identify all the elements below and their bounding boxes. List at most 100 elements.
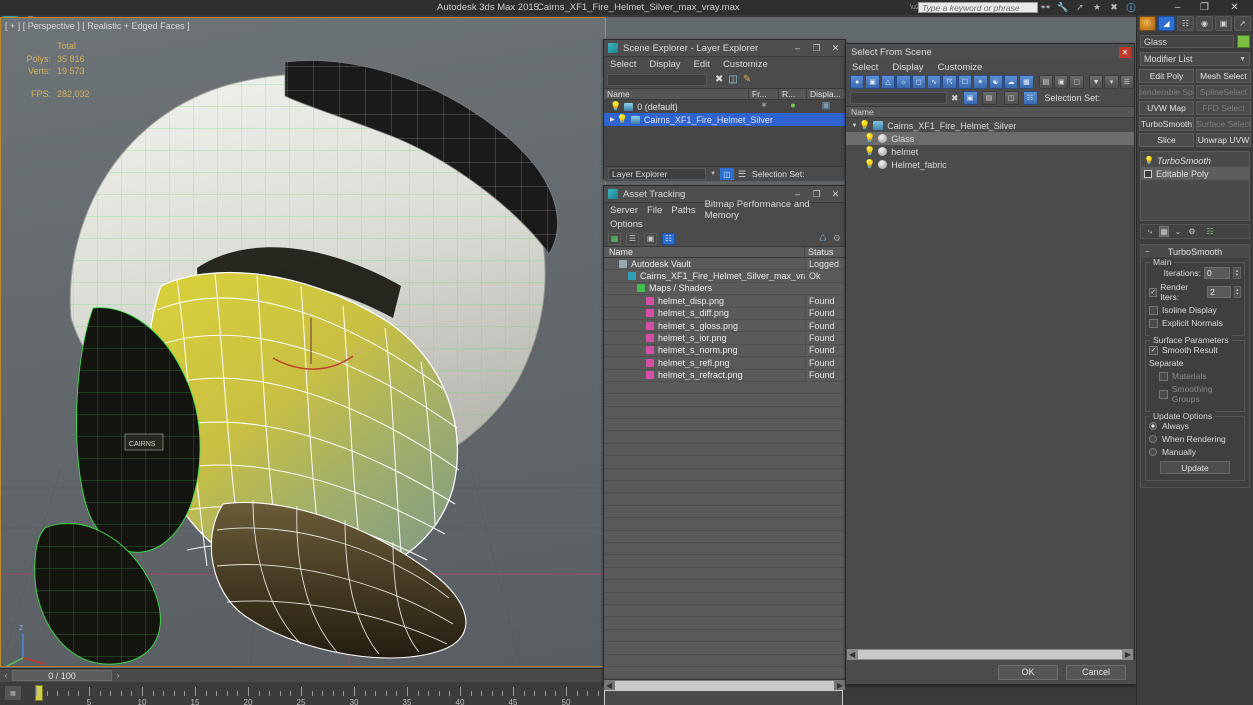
star-icon[interactable]: ★ bbox=[1091, 1, 1103, 13]
pin-stack-icon[interactable]: ⤷ bbox=[1145, 226, 1155, 237]
smoothing-groups-checkbox[interactable] bbox=[1159, 389, 1168, 399]
sfs-close-button[interactable]: ✕ bbox=[1119, 47, 1131, 58]
delete-icon[interactable]: ✖ bbox=[715, 74, 723, 85]
collapse-icon[interactable]: − bbox=[1145, 247, 1150, 256]
asset-row[interactable]: helmet_s_refract.png Found bbox=[604, 370, 845, 382]
freeze-icon-2[interactable]: ✶ bbox=[749, 100, 779, 111]
show-end-result-icon[interactable]: ▦ bbox=[1159, 226, 1169, 237]
filter-groups-icon[interactable]: ☐ bbox=[957, 75, 973, 89]
track-bar[interactable]: ▦ 5 10 15 20 25 30 35 40 45 50 bbox=[0, 682, 631, 705]
asset-tracking-list[interactable]: Autodesk Vault Logged Cairns_XF1_Fire_Helm… bbox=[604, 258, 845, 680]
sfs-search-input[interactable] bbox=[850, 92, 947, 104]
filter-xrefs-icon[interactable]: ✦ bbox=[973, 75, 988, 89]
select-child-icon[interactable]: ▤ bbox=[981, 91, 997, 105]
scene-tree-node[interactable]: 💡 Helmet_fabric bbox=[846, 158, 1134, 171]
at-menu-options[interactable]: Options bbox=[610, 219, 643, 230]
light-bulb-icon[interactable]: 💡 bbox=[864, 133, 875, 144]
isoline-display-row[interactable]: Isoline Display bbox=[1149, 305, 1241, 315]
asset-row[interactable]: helmet_s_gloss.png Found bbox=[604, 320, 845, 333]
vault-icon[interactable]: ▦ bbox=[608, 232, 621, 245]
modifier-stack-entry[interactable]: 💡 TurboSmooth bbox=[1141, 154, 1249, 167]
sfs-menu-select[interactable]: Select bbox=[852, 62, 878, 73]
scene-explorer-maximize[interactable]: ❐ bbox=[807, 41, 826, 56]
clear-search-icon[interactable]: ✖ bbox=[951, 93, 959, 104]
close-button[interactable]: ✕ bbox=[1222, 0, 1247, 15]
next-frame-button[interactable]: › bbox=[112, 671, 124, 680]
smoothing-groups-row[interactable]: Smoothing Groups bbox=[1149, 384, 1241, 404]
layer-filter-icon[interactable]: ◫ bbox=[1003, 91, 1019, 105]
make-unique-icon[interactable]: ⌄ bbox=[1173, 226, 1183, 237]
scroll-left-icon[interactable]: ◀ bbox=[604, 681, 614, 690]
render-iters-spinner[interactable]: ▲ ▼ bbox=[1233, 286, 1241, 298]
modifier-list-dropdown[interactable]: Modifier List ▼ bbox=[1140, 52, 1250, 66]
filter-cameras-icon[interactable]: ◻ bbox=[911, 75, 926, 89]
display-dependents-icon[interactable]: ▢ bbox=[1069, 75, 1084, 89]
scene-explorer-titlebar[interactable]: Scene Explorer - Layer Explorer – ❐ ✕ bbox=[604, 40, 845, 57]
filter-particles-icon[interactable]: ☁ bbox=[1003, 75, 1019, 89]
sfs-scroll-left-icon[interactable]: ◀ bbox=[847, 650, 857, 659]
se-col-freeze[interactable]: Fr... bbox=[749, 89, 779, 99]
remove-modifier-icon[interactable]: ⚙ bbox=[1187, 226, 1197, 237]
sfs-scroll-thumb[interactable] bbox=[858, 650, 1122, 659]
smooth-result-checkbox[interactable]: ✓ bbox=[1149, 345, 1158, 355]
filter-lights-icon[interactable]: ☼ bbox=[896, 75, 911, 89]
maximize-button[interactable]: ❐ bbox=[1192, 0, 1217, 15]
radio-button[interactable] bbox=[1149, 435, 1157, 443]
sfs-column-header[interactable]: Name bbox=[846, 106, 1134, 118]
utilities-tab[interactable]: ➚ bbox=[1234, 16, 1251, 31]
hierarchy-icon[interactable]: ☰ bbox=[738, 169, 746, 180]
modifier-stack-entry[interactable]: Editable Poly bbox=[1141, 167, 1249, 180]
scene-explorer-search-input[interactable] bbox=[607, 73, 707, 86]
perspective-viewport[interactable]: Z X CAIRNS Z [+] [Perspective] [Rea… bbox=[0, 17, 607, 667]
expand-triangle-icon[interactable]: ▼ bbox=[850, 123, 859, 129]
scene-tree-node[interactable]: 💡 Glass bbox=[846, 132, 1134, 145]
light-bulb-icon[interactable]: 💡 bbox=[864, 146, 875, 157]
select-from-scene-dialog[interactable]: Select From Scene ✕ Select Display Custo… bbox=[845, 43, 1136, 685]
se-col-display[interactable]: Displa... bbox=[807, 89, 845, 99]
modifier-button[interactable]: FFD Select bbox=[1196, 101, 1251, 115]
update-mode-option[interactable]: Always bbox=[1149, 421, 1241, 431]
update-mode-option[interactable]: Manually bbox=[1149, 447, 1241, 457]
light-bulb-icon-2[interactable]: 💡 bbox=[617, 114, 628, 125]
frame-indicator[interactable]: 0 / 100 bbox=[12, 670, 112, 681]
display-influences-icon[interactable]: ▣ bbox=[1054, 75, 1069, 89]
sfs-object-tree[interactable]: ▼ 💡 Cairns_XF1_Fire_Helmet_Silver 💡 Glass 💡 he… bbox=[846, 118, 1134, 171]
modifier-stack[interactable]: 💡 TurboSmooth Editable Poly bbox=[1140, 151, 1250, 221]
select-invert-icon[interactable]: ▣ bbox=[962, 91, 978, 105]
sort-icon[interactable]: ▾ bbox=[1104, 75, 1119, 89]
create-tab[interactable]: ☉ bbox=[1139, 16, 1156, 31]
binoculars-icon[interactable]: 👓 bbox=[1040, 1, 1052, 13]
layer-mode-icon[interactable]: ◫ bbox=[719, 168, 734, 180]
at-menu-file[interactable]: File bbox=[647, 205, 662, 216]
materials-checkbox[interactable] bbox=[1159, 371, 1168, 381]
minimize-button[interactable]: – bbox=[1165, 0, 1190, 15]
asset-row[interactable]: helmet_disp.png Found bbox=[604, 295, 845, 308]
asset-tracking-window[interactable]: Asset Tracking – ❐ ✕ Server File Paths B… bbox=[603, 185, 846, 705]
asset-row[interactable]: helmet_s_refl.png Found bbox=[604, 357, 845, 370]
thumbnail-icon[interactable]: ▣ bbox=[644, 232, 657, 245]
asset-tracking-status-field[interactable] bbox=[604, 690, 843, 705]
scene-explorer-list[interactable]: 💡 0 (default) ✶ ● ▣ ▶ 💡 Cairns_XF1_Fire_… bbox=[604, 100, 845, 166]
editable-poly-icon[interactable] bbox=[1144, 169, 1152, 178]
display-icon-2[interactable]: ▣ bbox=[807, 100, 845, 111]
at-menu-bitmap[interactable]: Bitmap Performance and Memory bbox=[705, 199, 845, 221]
modifier-button[interactable]: Edit Poly bbox=[1139, 69, 1194, 83]
at-menu-paths[interactable]: Paths bbox=[671, 205, 695, 216]
asset-row[interactable]: helmet_s_norm.png Found bbox=[604, 345, 845, 358]
sfs-titlebar[interactable]: Select From Scene ✕ bbox=[846, 44, 1134, 60]
radio-button[interactable] bbox=[1149, 422, 1157, 430]
render-iters-checkbox[interactable]: ✓ bbox=[1149, 287, 1158, 297]
iterations-spinner[interactable]: ▲ ▼ bbox=[1233, 267, 1241, 279]
update-mode-option[interactable]: When Rendering bbox=[1149, 434, 1241, 444]
hierarchy-tab[interactable]: ☷ bbox=[1177, 16, 1194, 31]
modifier-button[interactable]: Slice bbox=[1139, 133, 1194, 147]
se-menu-edit[interactable]: Edit bbox=[694, 59, 710, 70]
iterations-input[interactable]: 0 bbox=[1204, 267, 1230, 279]
filter-shapes-icon[interactable]: △ bbox=[880, 75, 896, 89]
selection-set-icon[interactable]: ☷ bbox=[1022, 91, 1038, 105]
smooth-result-row[interactable]: ✓ Smooth Result bbox=[1149, 345, 1241, 355]
open-curve-editor-icon[interactable]: ▦ bbox=[5, 686, 21, 700]
filter-all-icon[interactable]: ● bbox=[850, 75, 865, 89]
explorer-mode-select[interactable]: Layer Explorer bbox=[608, 168, 706, 180]
sfs-menu-display[interactable]: Display bbox=[892, 62, 923, 73]
